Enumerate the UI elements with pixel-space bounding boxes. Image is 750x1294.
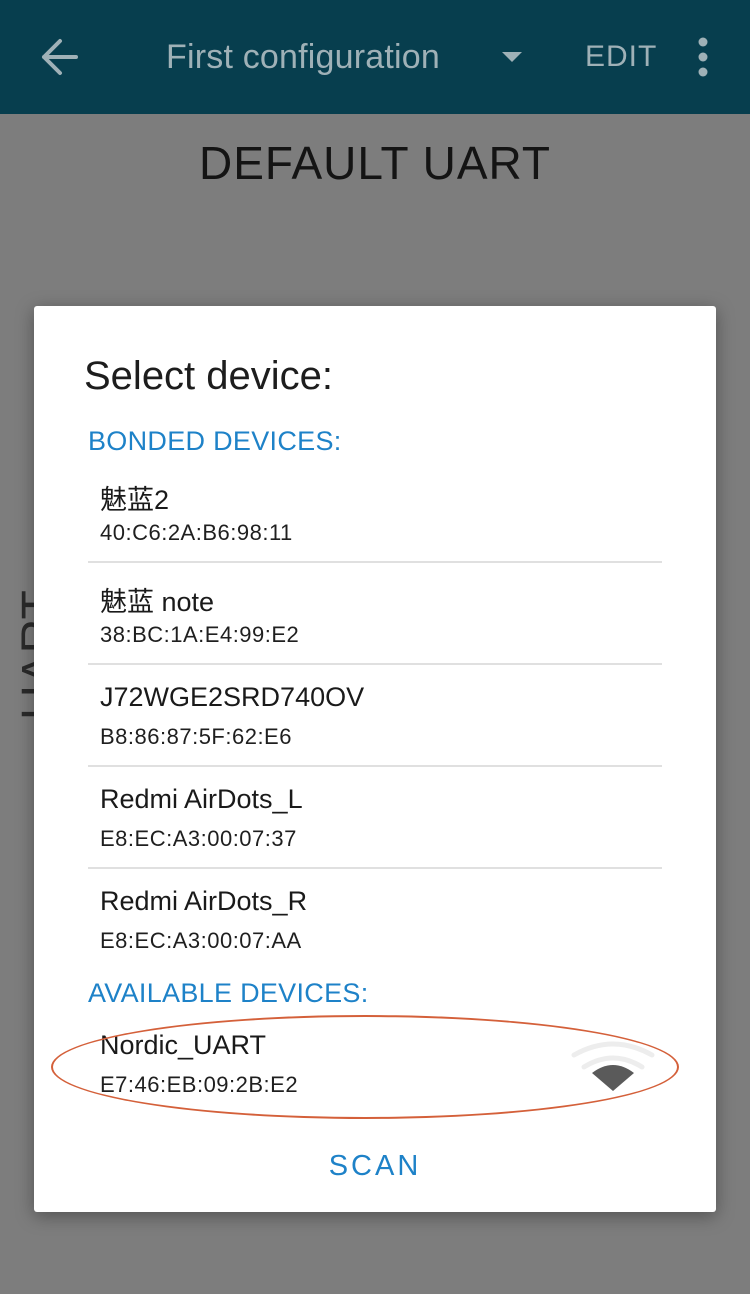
device-address: E8:EC:A3:00:07:37 <box>100 826 297 851</box>
device-item[interactable]: 魅蓝2 40:C6:2A:B6:98:11 <box>88 462 662 564</box>
app-bar: First configuration EDIT <box>0 0 750 114</box>
device-name: 魅蓝2 <box>100 485 170 515</box>
available-devices-header: AVAILABLE DEVICES: <box>88 978 369 1008</box>
page-heading: DEFAULT UART <box>199 137 551 189</box>
device-address: E8:EC:A3:00:07:AA <box>100 928 302 953</box>
divider <box>88 765 662 767</box>
edit-button[interactable]: EDIT <box>585 40 657 74</box>
device-address: 38:BC:1A:E4:99:E2 <box>100 622 300 647</box>
dropdown-triangle-icon[interactable] <box>500 50 524 64</box>
bonded-devices-header: BONDED DEVICES: <box>88 426 342 456</box>
device-name: J72WGE2SRD740OV <box>100 682 365 712</box>
divider <box>88 561 662 563</box>
divider <box>88 867 662 869</box>
more-vert-icon[interactable] <box>695 37 711 77</box>
device-name: 魅蓝 note <box>100 587 215 617</box>
device-item[interactable]: Redmi AirDots_R E8:EC:A3:00:07:AA <box>88 870 662 972</box>
configuration-title[interactable]: First configuration <box>166 38 440 77</box>
device-name: Redmi AirDots_L <box>100 784 303 814</box>
arrow-back-icon[interactable] <box>38 37 78 77</box>
device-item[interactable]: Redmi AirDots_L E8:EC:A3:00:07:37 <box>88 768 662 870</box>
dialog-title: Select device: <box>84 354 334 398</box>
device-item[interactable]: 魅蓝 note 38:BC:1A:E4:99:E2 <box>88 564 662 666</box>
device-name: Redmi AirDots_R <box>100 886 308 916</box>
device-item[interactable]: J72WGE2SRD740OV B8:86:87:5F:62:E6 <box>88 666 662 768</box>
divider <box>88 663 662 665</box>
device-address: B8:86:87:5F:62:E6 <box>100 724 292 749</box>
scan-button[interactable]: SCAN <box>34 1150 716 1183</box>
device-address: 40:C6:2A:B6:98:11 <box>100 520 293 545</box>
annotation-ellipse <box>51 1015 679 1119</box>
